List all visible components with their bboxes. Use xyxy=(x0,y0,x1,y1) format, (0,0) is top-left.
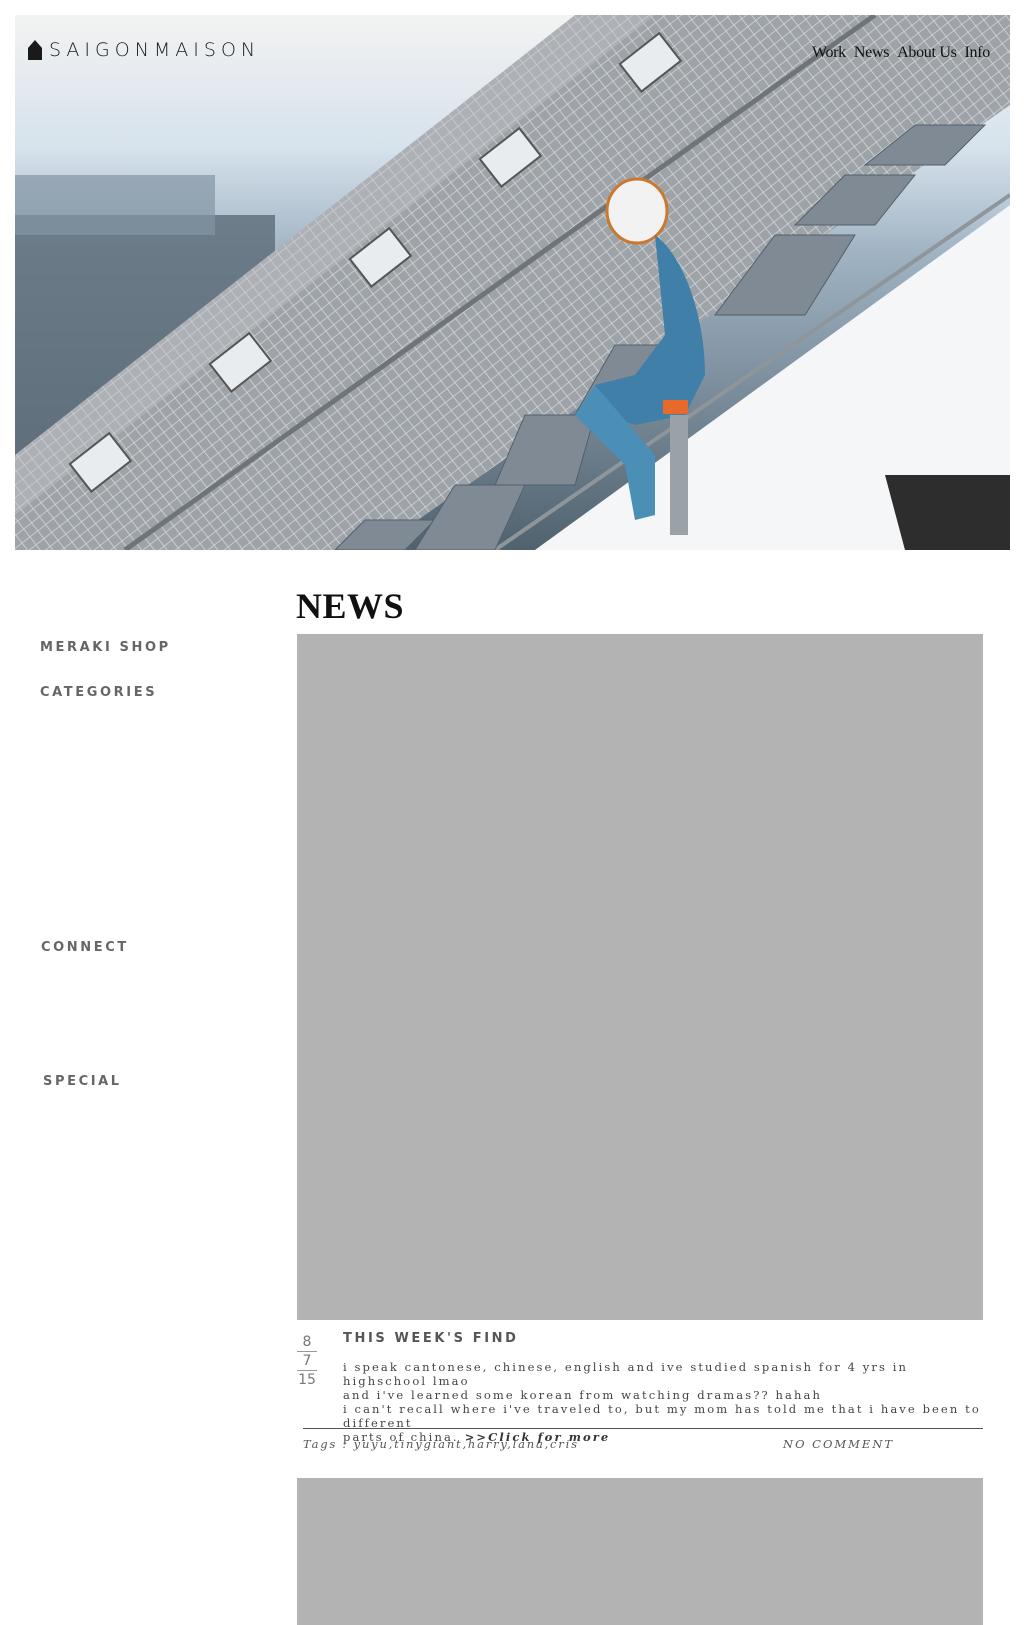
post-divider xyxy=(303,1428,983,1429)
post-body-line: and i've learned some korean from watchi… xyxy=(343,1388,822,1402)
logo-text: SAIGONMAISON xyxy=(49,39,261,61)
nav-news[interactable]: News xyxy=(854,44,890,62)
post-body-line: i can't recall where i've traveled to, b… xyxy=(343,1402,981,1430)
sidebar-item-connect[interactable]: CONNECT xyxy=(41,940,129,955)
post-tags[interactable]: Tags : yuyu,tinygiant,harry,lana,cris xyxy=(303,1437,579,1451)
hero-banner: SAIGONMAISON Work News About Us Info xyxy=(15,15,1010,550)
post-date: 8 7 15 xyxy=(297,1333,317,1389)
post-date-year: 15 xyxy=(298,1372,316,1388)
post-title[interactable]: THIS WEEK'S FIND xyxy=(343,1331,519,1346)
top-navigation: Work News About Us Info xyxy=(812,44,990,62)
post-date-day: 7 xyxy=(297,1352,317,1371)
section-title: NEWS xyxy=(296,586,405,626)
house-icon xyxy=(28,40,42,60)
sidebar-item-meraki-shop[interactable]: MERAKI SHOP xyxy=(40,640,171,655)
hero-image xyxy=(15,15,1010,550)
nav-about-us[interactable]: About Us xyxy=(897,44,957,62)
post-image-placeholder[interactable] xyxy=(297,634,983,1320)
nav-info[interactable]: Info xyxy=(965,44,991,62)
post-comments-link[interactable]: NO COMMENT xyxy=(783,1437,894,1451)
post-body-line: i speak cantonese, chinese, english and … xyxy=(343,1360,909,1388)
site-logo[interactable]: SAIGONMAISON xyxy=(27,39,260,61)
post-excerpt: i speak cantonese, chinese, english and … xyxy=(343,1360,983,1444)
post-image-placeholder[interactable] xyxy=(297,1478,983,1625)
sidebar-item-categories[interactable]: CATEGORIES xyxy=(40,685,157,700)
post-date-month: 8 xyxy=(297,1333,317,1352)
nav-work[interactable]: Work xyxy=(812,44,846,62)
sidebar-item-special[interactable]: SPECIAL xyxy=(43,1074,122,1089)
